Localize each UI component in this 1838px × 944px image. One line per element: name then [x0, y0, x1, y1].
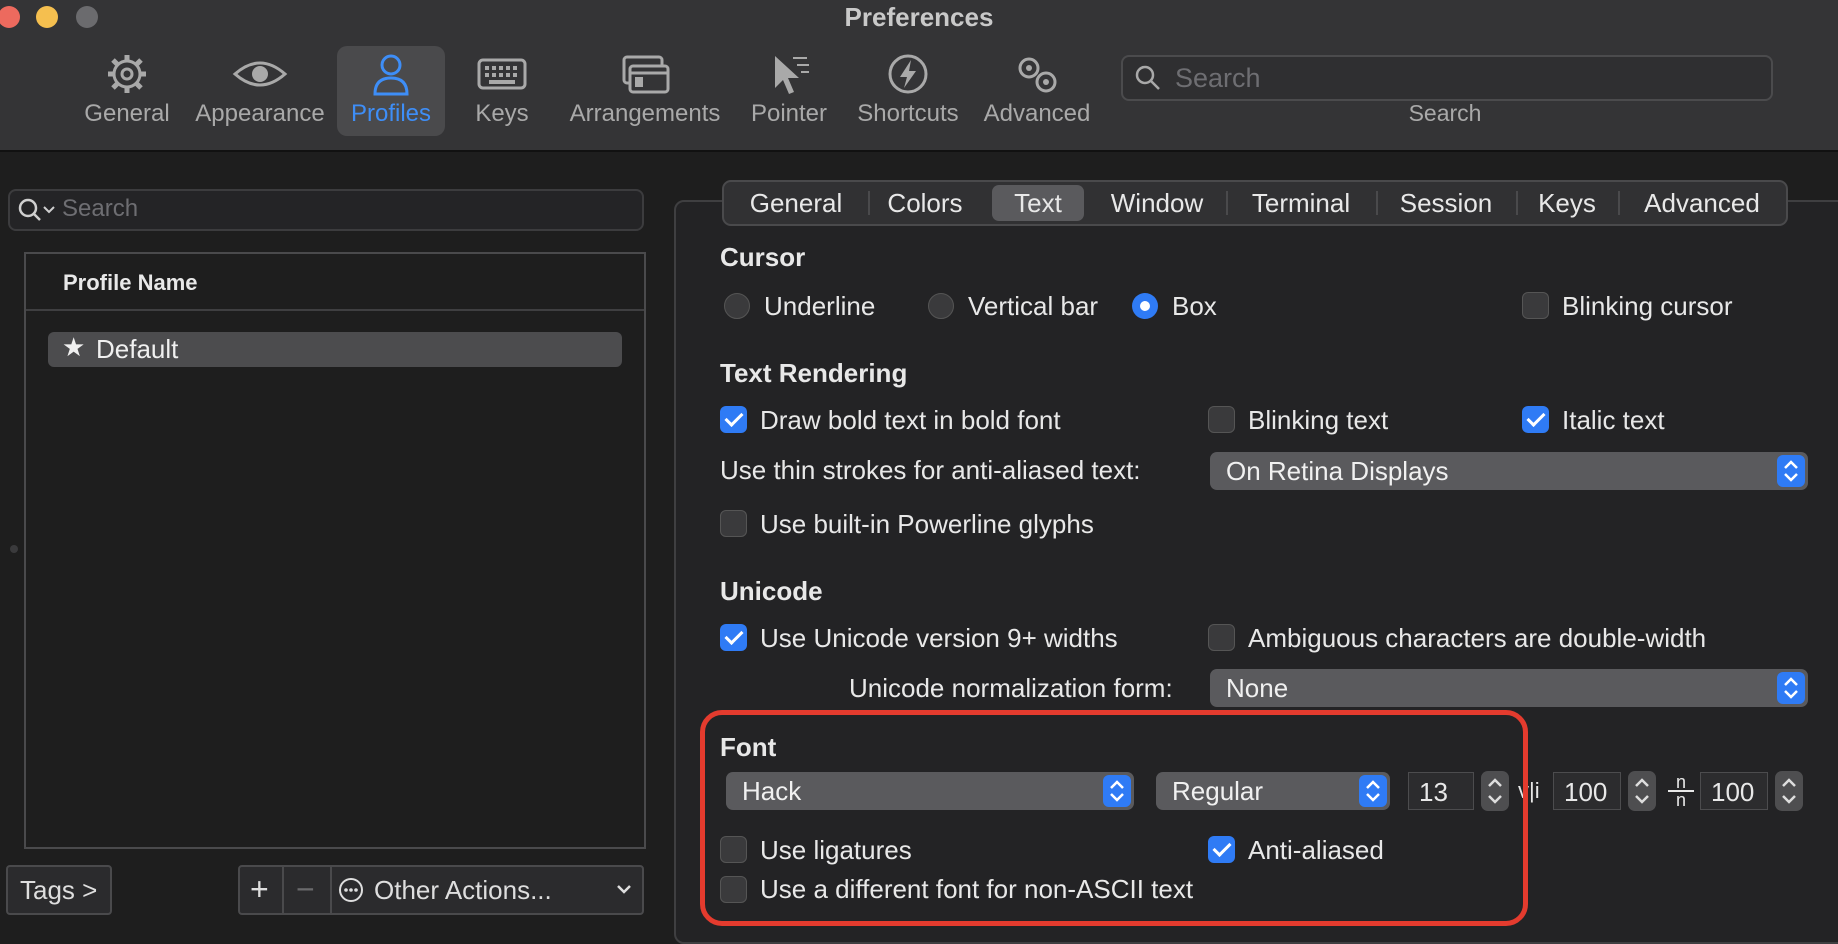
cursor-underline-radio[interactable] — [724, 293, 750, 319]
toolbar-pointer[interactable]: Pointer — [744, 46, 834, 136]
window-title: Preferences — [844, 2, 994, 32]
popup-arrows-icon — [1777, 455, 1805, 487]
blinking-text-checkbox[interactable] — [1208, 406, 1235, 433]
toolbar-label: Advanced — [983, 100, 1091, 127]
remove-profile-label: − — [296, 871, 315, 907]
cursor-vertical-bar-radio[interactable] — [928, 293, 954, 319]
search-icon — [1135, 65, 1160, 90]
thin-strokes-value: On Retina Displays — [1226, 456, 1449, 486]
window-toolbar: Preferences General Appearance Profiles … — [0, 0, 1838, 152]
unicode-normalization-label: Unicode normalization form: — [849, 673, 1173, 703]
blinking-cursor-label[interactable]: Blinking cursor — [1562, 291, 1733, 322]
profile-list: Profile Name ★ Default — [24, 252, 646, 849]
toolbar-label: Appearance — [195, 100, 325, 127]
ambiguous-double-width-label[interactable]: Ambiguous characters are double-width — [1248, 623, 1706, 654]
italic-text-label[interactable]: Italic text — [1562, 405, 1665, 436]
tags-button-label: Tags > — [20, 875, 98, 905]
cursor-box-radio[interactable] — [1132, 293, 1158, 319]
vertical-spacing-stepper[interactable] — [1628, 771, 1656, 811]
star-icon: ★ — [62, 332, 86, 362]
add-profile-button[interactable]: + — [238, 865, 284, 915]
toolbar-arrangements[interactable]: Arrangements — [568, 46, 722, 136]
tab-session[interactable]: Session — [1378, 182, 1514, 224]
tab-text[interactable]: Text — [992, 185, 1084, 221]
thin-strokes-label: Use thin strokes for anti-aliased text: — [720, 455, 1141, 485]
eye-icon — [232, 61, 288, 87]
ambiguous-double-width-checkbox[interactable] — [1208, 624, 1235, 651]
vertical-spacing-field[interactable]: 100 — [1553, 772, 1621, 810]
toolbar-search-field[interactable]: Search — [1121, 55, 1773, 101]
stepper-arrows-icon — [1635, 778, 1649, 804]
bold-font-label[interactable]: Draw bold text in bold font — [760, 405, 1061, 436]
unicode-normalization-popup[interactable]: None — [1210, 669, 1808, 707]
blinking-text-label[interactable]: Blinking text — [1248, 405, 1388, 436]
toolbar-advanced[interactable]: Advanced — [980, 46, 1094, 136]
cursor-section-title: Cursor — [720, 242, 806, 272]
horizontal-spacing-icon: nn — [1668, 773, 1694, 810]
unicode-section-title: Unicode — [720, 576, 823, 606]
horizontal-spacing-field[interactable]: 100 — [1700, 772, 1768, 810]
other-actions-label: Other Actions... — [374, 875, 552, 905]
toolbar-general[interactable]: General — [80, 46, 174, 136]
tab-keys[interactable]: Keys — [1518, 182, 1616, 224]
powerline-glyphs-label[interactable]: Use built-in Powerline glyphs — [760, 509, 1094, 540]
toolbar-search-label: Search — [1408, 100, 1482, 126]
unicode-widths-label[interactable]: Use Unicode version 9+ widths — [760, 623, 1118, 654]
text-rendering-section-title: Text Rendering — [720, 358, 908, 388]
cursor-underline-label[interactable]: Underline — [764, 291, 875, 322]
profile-name-column-header: Profile Name — [63, 270, 198, 295]
tab-colors[interactable]: Colors — [870, 182, 980, 224]
gears-icon — [1018, 57, 1057, 93]
add-profile-label: + — [250, 871, 269, 907]
tab-general[interactable]: General — [724, 182, 868, 224]
popup-arrows-icon — [1777, 672, 1805, 704]
split-view-handle[interactable] — [10, 545, 18, 553]
profile-tab-bar: General Colors Text Window Terminal Sess… — [722, 180, 1788, 226]
tags-button[interactable]: Tags > — [6, 865, 112, 915]
other-actions-menu[interactable]: Other Actions... — [330, 865, 644, 915]
stepper-arrows-icon — [1782, 778, 1796, 804]
keyboard-icon — [477, 58, 527, 90]
toolbar-label: Pointer — [750, 100, 828, 127]
blinking-cursor-checkbox[interactable] — [1522, 292, 1549, 319]
unicode-widths-checkbox[interactable] — [720, 624, 747, 651]
toolbar-label: Keys — [475, 100, 529, 127]
tab-terminal[interactable]: Terminal — [1228, 182, 1374, 224]
profile-list-header[interactable]: Profile Name — [26, 254, 644, 311]
toolbar-profiles[interactable]: Profiles — [337, 46, 445, 136]
toolbar-appearance[interactable]: Appearance — [190, 46, 330, 136]
toolbar-search-placeholder: Search — [1175, 63, 1261, 93]
unicode-normalization-value: None — [1226, 673, 1289, 703]
gear-icon — [108, 55, 146, 93]
bold-font-checkbox[interactable] — [720, 406, 747, 433]
person-icon — [373, 54, 409, 96]
ellipsis-circle-icon — [339, 878, 363, 902]
remove-profile-button[interactable]: − — [282, 865, 332, 915]
profile-name: Default — [96, 334, 179, 364]
toolbar-label: Arrangements — [569, 100, 721, 127]
italic-text-checkbox[interactable] — [1522, 406, 1549, 433]
tab-window[interactable]: Window — [1090, 182, 1224, 224]
chevron-down-icon — [617, 885, 631, 894]
windows-icon — [622, 55, 670, 94]
thin-strokes-popup[interactable]: On Retina Displays — [1210, 452, 1808, 490]
powerline-glyphs-checkbox[interactable] — [720, 510, 747, 537]
profile-row-default[interactable]: ★ Default — [48, 332, 622, 367]
cursor-box-label[interactable]: Box — [1172, 291, 1217, 322]
toolbar-keys[interactable]: Keys — [458, 46, 546, 136]
toolbar-shortcuts[interactable]: Shortcuts — [852, 46, 964, 136]
search-icon — [18, 198, 55, 221]
font-section-highlight — [700, 710, 1528, 926]
lightning-icon — [888, 54, 928, 94]
toolbar-label: General — [84, 100, 170, 127]
profile-search-placeholder: Search — [62, 195, 139, 222]
toolbar-label: Shortcuts — [857, 100, 959, 127]
toolbar-label: Profiles — [350, 100, 432, 127]
pointer-icon — [775, 56, 809, 94]
profile-search-field[interactable]: Search — [8, 189, 644, 231]
tab-advanced[interactable]: Advanced — [1620, 182, 1784, 224]
cursor-vertical-bar-label[interactable]: Vertical bar — [968, 291, 1098, 322]
horizontal-spacing-stepper[interactable] — [1775, 771, 1803, 811]
